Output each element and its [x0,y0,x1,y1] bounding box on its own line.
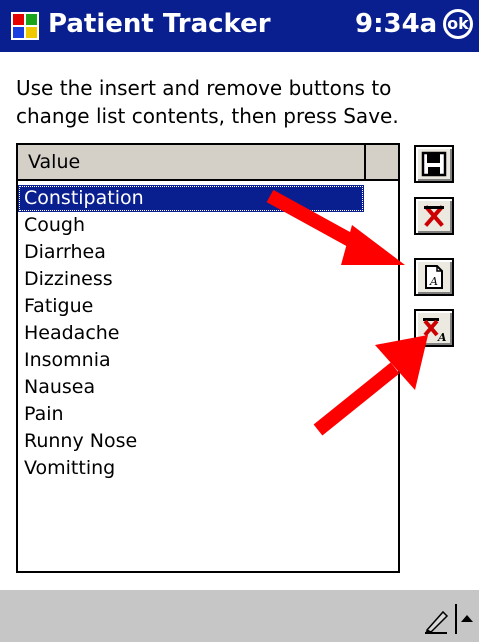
list-item[interactable]: Nausea [18,374,398,401]
list-item[interactable]: Runny Nose [18,428,398,455]
column-header-value[interactable]: Value [18,145,366,179]
insert-button[interactable]: A [414,258,454,296]
list-item[interactable]: Constipation [18,185,364,212]
list-item[interactable]: Dizziness [18,266,398,293]
list-item[interactable]: Pain [18,401,398,428]
up-arrow-icon[interactable] [461,614,473,622]
instructions-text: Use the insert and remove buttons to cha… [16,76,399,128]
windows-flag-icon[interactable] [10,11,40,41]
list-header: Value [18,145,398,181]
svg-text:A: A [437,331,447,344]
list-rows: Constipation Cough Diarrhea Dizziness Fa… [18,185,398,482]
ok-button[interactable]: ok [443,9,473,39]
red-x-icon [424,205,444,227]
column-header-blank[interactable] [366,145,398,179]
clock[interactable]: 9:34a [355,9,437,39]
list-item[interactable]: Cough [18,212,398,239]
delete-button[interactable] [414,197,454,235]
value-list[interactable]: Value Constipation Cough Diarrhea Dizzin… [16,143,400,573]
sip-divider [455,604,457,634]
red-x-document-icon: A [423,318,447,344]
list-item[interactable]: Vomitting [18,455,398,482]
title-bar: Patient Tracker 9:34a ok [0,0,479,52]
pen-icon[interactable] [423,608,451,634]
list-item[interactable]: Diarrhea [18,239,398,266]
list-item[interactable]: Insomnia [18,347,398,374]
new-document-icon: A [425,265,443,289]
save-button[interactable] [414,145,454,183]
svg-text:A: A [429,275,438,288]
list-item[interactable]: Fatigue [18,293,398,320]
app-title: Patient Tracker [48,9,271,39]
remove-button[interactable]: A [414,309,454,347]
list-item[interactable]: Headache [18,320,398,347]
taskbar [0,590,479,642]
floppy-disk-icon [421,151,447,177]
